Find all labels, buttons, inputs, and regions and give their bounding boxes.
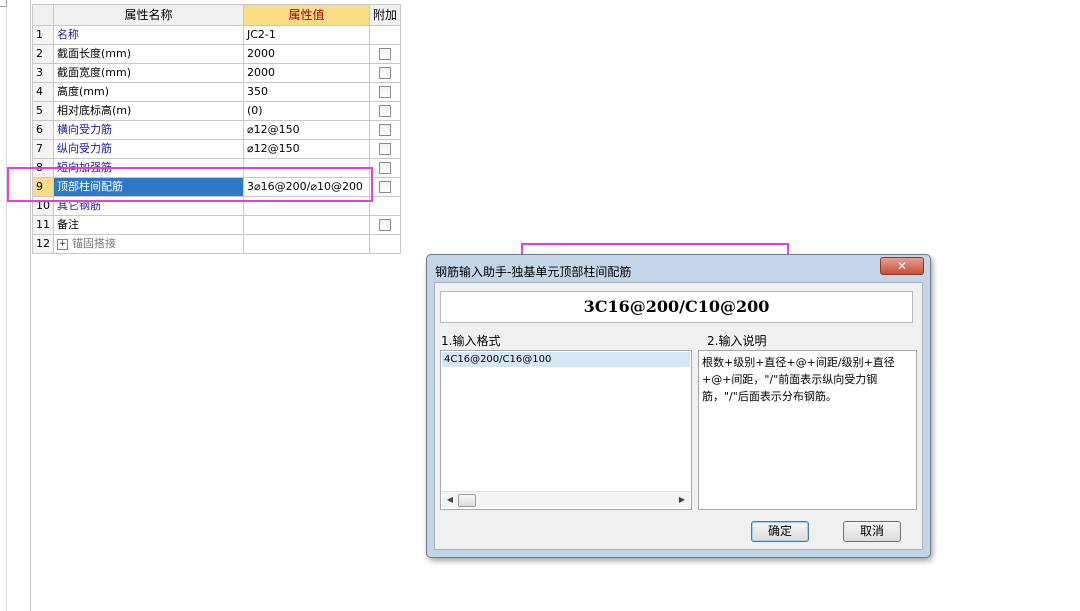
- extra-checkbox[interactable]: [379, 86, 391, 98]
- row-number: 3: [32, 63, 54, 83]
- extra-checkbox[interactable]: [379, 181, 391, 193]
- table-row[interactable]: 1 名称 JC2-1: [32, 25, 402, 45]
- format-list[interactable]: 4C16@200/C16@100 ◀ ▶: [440, 350, 692, 510]
- property-name-cell[interactable]: 横向受力筋: [53, 120, 244, 140]
- property-name-cell[interactable]: 高度(mm): [53, 82, 244, 102]
- extra-cell[interactable]: [368, 82, 402, 102]
- property-name-cell[interactable]: 纵向受力筋: [53, 139, 244, 159]
- property-name: 横向受力筋: [57, 123, 112, 136]
- header-property-value[interactable]: 属性值: [243, 4, 370, 26]
- extra-cell[interactable]: [368, 215, 402, 235]
- close-button[interactable]: ✕: [880, 257, 924, 275]
- property-name-cell[interactable]: 截面宽度(mm): [53, 63, 244, 83]
- header-property-name[interactable]: 属性名称: [53, 4, 244, 26]
- property-name: 相对底标高(m): [57, 104, 132, 117]
- property-value-cell[interactable]: 350: [243, 82, 370, 102]
- scroll-left-icon[interactable]: ◀: [443, 492, 457, 508]
- rebar-result-field[interactable]: 3C16@200/C10@200: [440, 291, 913, 323]
- extra-cell[interactable]: [368, 44, 402, 64]
- table-row[interactable]: 2 截面长度(mm) 2000: [32, 44, 402, 64]
- extra-checkbox[interactable]: [379, 124, 391, 136]
- property-name-cell[interactable]: 名称: [53, 25, 244, 45]
- property-name-cell[interactable]: 截面长度(mm): [53, 44, 244, 64]
- row-number: 2: [32, 44, 54, 64]
- table-row[interactable]: 4 高度(mm) 350: [32, 82, 402, 102]
- row-number: 5: [32, 101, 54, 121]
- property-name: 截面长度(mm): [57, 47, 132, 60]
- cancel-button[interactable]: 取消: [843, 521, 901, 542]
- property-value-cell[interactable]: 2000: [243, 44, 370, 64]
- extra-cell[interactable]: [368, 101, 402, 121]
- extra-checkbox[interactable]: [379, 219, 391, 231]
- property-value-cell[interactable]: 2000: [243, 63, 370, 83]
- extra-checkbox[interactable]: [379, 67, 391, 79]
- close-icon: ✕: [896, 259, 908, 273]
- extra-cell[interactable]: [368, 177, 402, 197]
- extra-checkbox[interactable]: [379, 48, 391, 60]
- row-number: 6: [32, 120, 54, 140]
- row-number: 7: [32, 139, 54, 159]
- property-name: 纵向受力筋: [57, 142, 112, 155]
- scroll-thumb[interactable]: [458, 494, 476, 507]
- dialog-body: 3C16@200/C10@200 1.输入格式 2.输入说明 4C16@200/…: [434, 282, 923, 550]
- property-table: 属性名称 属性值 附加 1 名称 JC2-1 2 截面长度(mm) 2000 3 截面宽度(m…: [32, 4, 402, 254]
- extra-cell: [368, 196, 402, 216]
- table-row[interactable]: 12 + 锚固搭接: [32, 234, 402, 254]
- description-label: 2.输入说明: [707, 334, 767, 348]
- table-row[interactable]: 5 相对底标高(m) (0): [32, 101, 402, 121]
- extra-cell[interactable]: [368, 63, 402, 83]
- horizontal-scrollbar[interactable]: ◀ ▶: [442, 491, 690, 508]
- extra-checkbox[interactable]: [379, 143, 391, 155]
- property-value-cell[interactable]: (0): [243, 101, 370, 121]
- table-row[interactable]: 7 纵向受力筋 ⌀12@150: [32, 139, 402, 159]
- left-gutter-line: [0, 0, 7, 611]
- property-name: 名称: [57, 28, 79, 41]
- property-value-cell[interactable]: [243, 234, 370, 254]
- header-num: [32, 4, 54, 26]
- property-name-cell[interactable]: + 锚固搭接: [53, 234, 244, 254]
- extra-cell: [368, 25, 402, 45]
- extra-cell[interactable]: [368, 139, 402, 159]
- format-list-item[interactable]: 4C16@200/C16@100: [442, 352, 690, 367]
- table-header-row: 属性名称 属性值 附加: [32, 4, 402, 26]
- row-number: 4: [32, 82, 54, 102]
- dialog-title: 钢筋输入助手-独基单元顶部柱间配筋: [435, 265, 632, 279]
- annotation-box-row9: [7, 167, 373, 202]
- property-name-cell[interactable]: 备注: [53, 215, 244, 235]
- table-row[interactable]: 6 横向受力筋 ⌀12@150: [32, 120, 402, 140]
- scroll-right-icon[interactable]: ▶: [675, 492, 689, 508]
- ok-button[interactable]: 确定: [751, 521, 809, 542]
- property-name: 截面宽度(mm): [57, 66, 132, 79]
- left-gutter-corner: [0, 0, 7, 7]
- extra-cell[interactable]: [368, 120, 402, 140]
- rebar-input-dialog: 钢筋输入助手-独基单元顶部柱间配筋 ✕ 3C16@200/C10@200 1.输…: [426, 254, 931, 558]
- expand-plus-icon[interactable]: +: [57, 238, 68, 250]
- format-label: 1.输入格式: [441, 334, 501, 348]
- left-gutter: [0, 0, 31, 611]
- property-value-cell[interactable]: ⌀12@150: [243, 139, 370, 159]
- description-text: 根数+级别+直径+@+间距/级别+直径+@+间距，"/"前面表示纵向受力钢筋，"…: [698, 350, 917, 510]
- table-row[interactable]: 3 截面宽度(mm) 2000: [32, 63, 402, 83]
- property-value-cell[interactable]: [243, 215, 370, 235]
- extra-checkbox[interactable]: [379, 162, 391, 174]
- property-name: 备注: [57, 218, 79, 231]
- property-name-cell[interactable]: 相对底标高(m): [53, 101, 244, 121]
- table-row[interactable]: 11 备注: [32, 215, 402, 235]
- property-name: 高度(mm): [57, 85, 110, 98]
- property-value-cell[interactable]: JC2-1: [243, 25, 370, 45]
- extra-cell: [368, 234, 402, 254]
- row-number: 12: [32, 234, 54, 254]
- extra-checkbox[interactable]: [379, 105, 391, 117]
- property-value-cell[interactable]: ⌀12@150: [243, 120, 370, 140]
- row-number: 11: [32, 215, 54, 235]
- row-number: 1: [32, 25, 54, 45]
- header-extra[interactable]: 附加: [368, 4, 402, 26]
- extra-cell[interactable]: [368, 158, 402, 178]
- property-name: 锚固搭接: [72, 237, 116, 250]
